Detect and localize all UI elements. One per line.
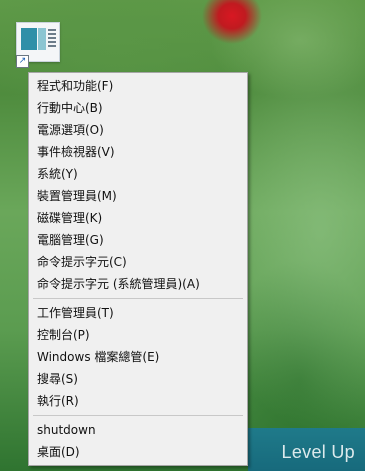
menu-item-system[interactable]: 系統(Y) [29,163,247,185]
menu-separator [33,298,243,299]
winx-context-menu: 程式和功能(F) 行動中心(B) 電源選項(O) 事件檢視器(V) 系統(Y) … [28,72,248,466]
menu-item-run[interactable]: 執行(R) [29,390,247,412]
taskbar-strip: Level Up [248,428,365,471]
window-pane-icon-secondary [38,28,46,50]
menu-item-command-prompt-admin[interactable]: 命令提示字元 (系統管理員)(A) [29,273,247,295]
menu-item-file-explorer[interactable]: Windows 檔案總管(E) [29,346,247,368]
menu-item-device-manager[interactable]: 裝置管理員(M) [29,185,247,207]
menu-item-event-viewer[interactable]: 事件檢視器(V) [29,141,247,163]
menu-item-computer-management[interactable]: 電腦管理(G) [29,229,247,251]
window-pane-icon [21,28,37,50]
menu-item-task-manager[interactable]: 工作管理員(T) [29,302,247,324]
menu-separator [33,415,243,416]
menu-item-search[interactable]: 搜尋(S) [29,368,247,390]
menu-item-power-options[interactable]: 電源選項(O) [29,119,247,141]
shortcut-arrow-icon: ↗ [16,55,29,68]
menu-item-desktop[interactable]: 桌面(D) [29,441,247,463]
menu-item-command-prompt[interactable]: 命令提示字元(C) [29,251,247,273]
menu-item-shutdown[interactable]: shutdown [29,419,247,441]
menu-item-disk-management[interactable]: 磁碟管理(K) [29,207,247,229]
menu-item-control-panel[interactable]: 控制台(P) [29,324,247,346]
menu-item-programs-features[interactable]: 程式和功能(F) [29,75,247,97]
menu-item-action-center[interactable]: 行動中心(B) [29,97,247,119]
window-lines-icon [48,29,56,49]
watermark: Level Up [281,442,355,462]
